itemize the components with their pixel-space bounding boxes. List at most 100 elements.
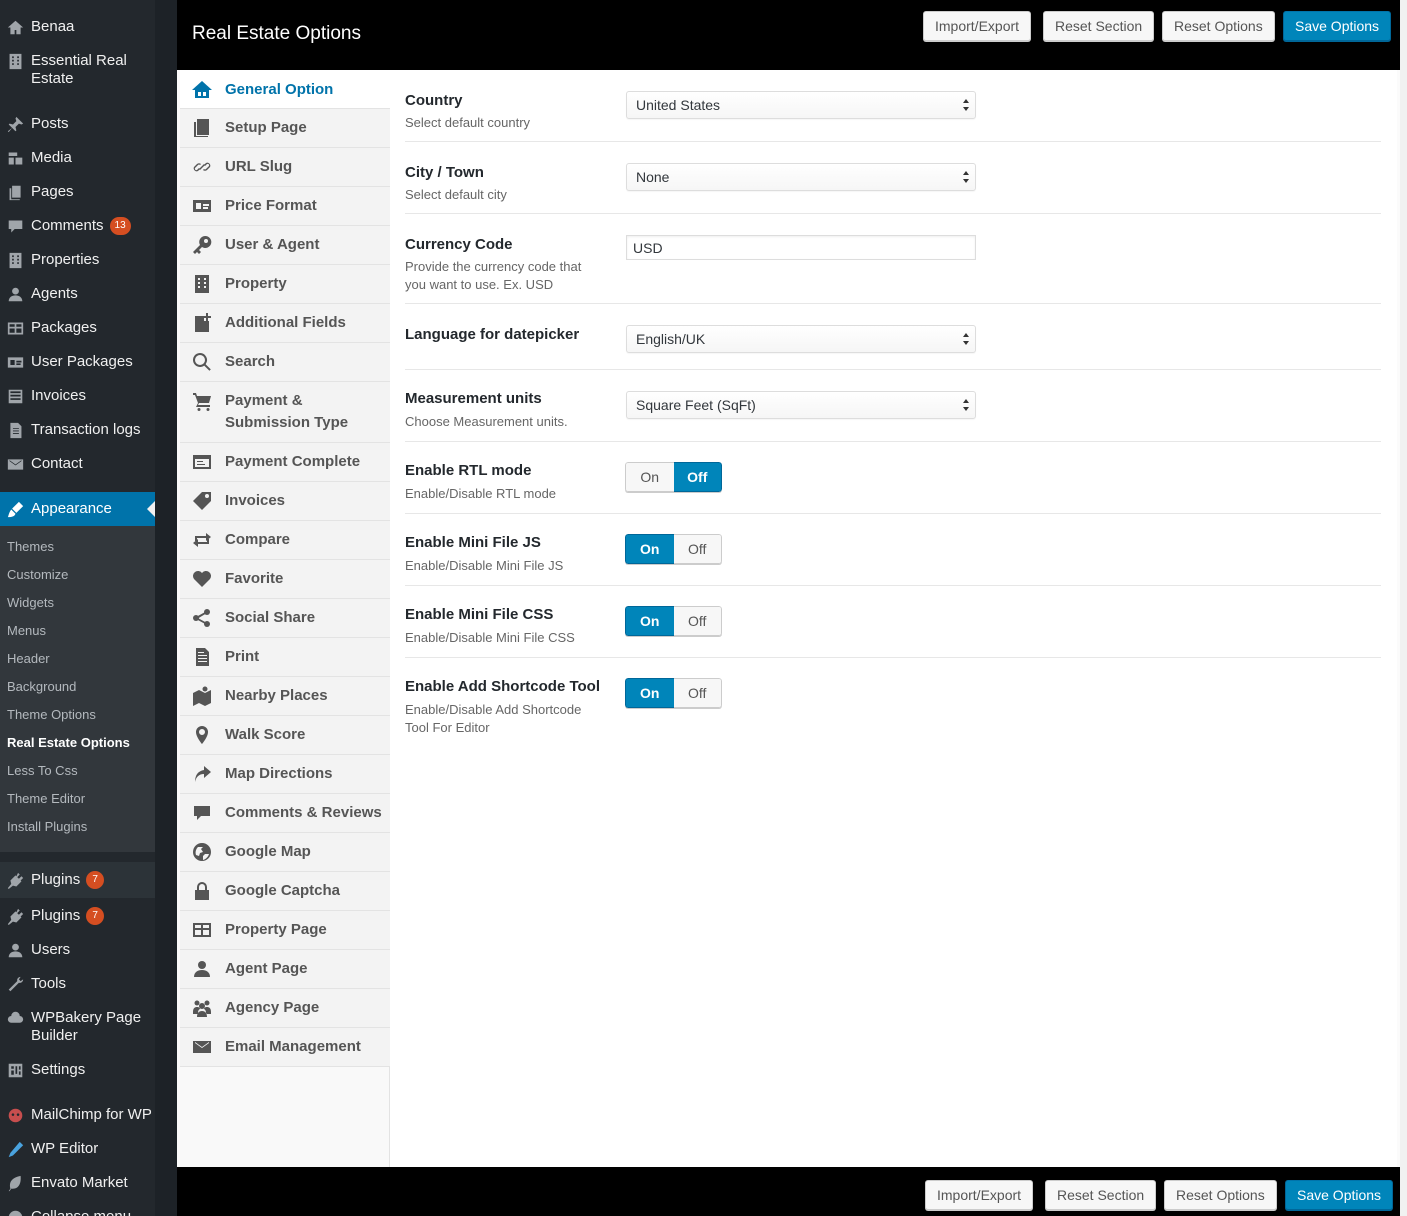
reset-section-button[interactable]: Reset Section	[1043, 11, 1155, 41]
sidebar-item-envato-market[interactable]: Envato Market	[0, 1174, 155, 1192]
measurement-select[interactable]: Square Feet (SqFt)	[626, 391, 976, 419]
field-mini-file-js: Enable Mini File JS Enable/Disable Mini …	[405, 514, 1381, 586]
sidebar-item-agents[interactable]: Agents	[0, 285, 155, 303]
footer-reset-section-button[interactable]: Reset Section	[1045, 1180, 1157, 1210]
user-icon	[180, 958, 224, 980]
sidebar-item-plugins-2[interactable]: Plugins 7	[0, 907, 155, 925]
field-title: Measurement units	[405, 390, 542, 407]
select-arrows-icon	[963, 99, 969, 111]
sidebar-item-wp-editor[interactable]: WP Editor	[0, 1140, 155, 1158]
currency-code-input[interactable]	[626, 235, 976, 260]
tab-general-option[interactable]: General Option	[180, 70, 390, 109]
sidebar-item-label: Essential Real Estate	[31, 52, 127, 87]
tab-payment-complete[interactable]: Payment Complete	[180, 443, 390, 482]
switch-on[interactable]: On	[625, 606, 674, 636]
submenu-menus[interactable]: Menus	[7, 623, 46, 639]
language-select[interactable]: English/UK	[626, 325, 976, 353]
tab-compare[interactable]: Compare	[180, 521, 390, 560]
tab-payment-submission-type[interactable]: Payment & Submission Type	[180, 382, 390, 443]
tab-invoices[interactable]: Invoices	[180, 482, 390, 521]
tab-additional-fields[interactable]: Additional Fields	[180, 304, 390, 343]
sidebar-item-tools[interactable]: Tools	[0, 975, 155, 993]
sidebar-item-media[interactable]: Media	[0, 149, 155, 167]
tab-agency-page[interactable]: Agency Page	[180, 989, 390, 1028]
submenu-widgets[interactable]: Widgets	[7, 595, 54, 611]
submenu-customize[interactable]: Customize	[7, 567, 68, 583]
tab-property-page[interactable]: Property Page	[180, 911, 390, 950]
import-export-button[interactable]: Import/Export	[923, 11, 1032, 41]
field-rtl-mode: Enable RTL mode Enable/Disable RTL mode …	[405, 442, 1381, 514]
footer-import-export-button[interactable]: Import/Export	[925, 1180, 1034, 1210]
submenu-theme-options[interactable]: Theme Options	[7, 707, 96, 723]
tab-favorite[interactable]: Favorite	[180, 560, 390, 599]
field-description: Enable/Disable Add Shortcode Tool For Ed…	[405, 702, 582, 735]
switch-off[interactable]: Off	[673, 462, 722, 492]
submenu-theme-editor[interactable]: Theme Editor	[7, 791, 85, 807]
field-description: Choose Measurement units.	[405, 414, 568, 429]
sidebar-item-users[interactable]: Users	[0, 941, 155, 959]
redo-arrow-icon	[180, 763, 224, 785]
globe-icon	[180, 841, 224, 863]
sidebar-item-plugins[interactable]: Plugins 7	[0, 871, 155, 889]
switch-off[interactable]: Off	[673, 678, 722, 708]
sidebar-item-properties[interactable]: Properties	[0, 251, 155, 269]
tab-user-agent[interactable]: User & Agent	[180, 226, 390, 265]
tab-property[interactable]: Property	[180, 265, 390, 304]
submenu-background[interactable]: Background	[7, 679, 76, 695]
sidebar-item-site[interactable]: Benaa	[0, 18, 155, 36]
sidebar-item-appearance[interactable]: Appearance	[0, 492, 155, 526]
tab-google-map[interactable]: Google Map	[180, 833, 390, 872]
switch-off[interactable]: Off	[673, 534, 722, 564]
sidebar-item-wpbakery[interactable]: WPBakery Page Builder	[0, 1009, 155, 1045]
book-icon	[180, 117, 224, 139]
submenu-themes[interactable]: Themes	[7, 539, 54, 555]
sidebar-item-contact[interactable]: Contact	[0, 455, 155, 473]
sidebar-item-pages[interactable]: Pages	[0, 183, 155, 201]
switch-on[interactable]: On	[625, 534, 674, 564]
tab-map-directions[interactable]: Map Directions	[180, 755, 390, 794]
tab-comments-reviews[interactable]: Comments & Reviews	[180, 794, 390, 833]
city-select-value: None	[636, 169, 670, 185]
sidebar-item-invoices[interactable]: Invoices	[0, 387, 155, 405]
tab-email-management[interactable]: Email Management	[180, 1028, 390, 1067]
footer-reset-options-button[interactable]: Reset Options	[1164, 1180, 1277, 1210]
tab-setup-page[interactable]: Setup Page	[180, 109, 390, 148]
rtl-mode-switch[interactable]: On Off	[625, 462, 722, 492]
sidebar-item-posts[interactable]: Posts	[0, 115, 155, 133]
tab-search[interactable]: Search	[180, 343, 390, 382]
tab-price-format[interactable]: Price Format	[180, 187, 390, 226]
switch-on[interactable]: On	[625, 678, 674, 708]
page-scrollbar[interactable]	[1400, 0, 1407, 1216]
switch-on[interactable]: On	[625, 462, 674, 492]
reset-options-button[interactable]: Reset Options	[1162, 11, 1275, 41]
footer-save-options-button[interactable]: Save Options	[1285, 1180, 1394, 1210]
sidebar-item-packages[interactable]: Packages	[0, 319, 155, 337]
mini-js-switch[interactable]: On Off	[625, 534, 722, 564]
sidebar-item-comments[interactable]: Comments 13	[0, 217, 155, 235]
submenu-real-estate-options[interactable]: Real Estate Options	[7, 735, 130, 751]
admin-sidebar: Benaa Essential Real Estate Posts Media …	[0, 0, 155, 1216]
switch-off[interactable]: Off	[673, 606, 722, 636]
tab-url-slug[interactable]: URL Slug	[180, 148, 390, 187]
tab-google-captcha[interactable]: Google Captcha	[180, 872, 390, 911]
tab-print[interactable]: Print	[180, 638, 390, 677]
sidebar-item-user-packages[interactable]: User Packages	[0, 353, 155, 371]
tab-agent-page[interactable]: Agent Page	[180, 950, 390, 989]
save-options-button[interactable]: Save Options	[1283, 11, 1392, 41]
sidebar-item-settings[interactable]: Settings	[0, 1061, 155, 1079]
sidebar-collapse-menu[interactable]: Collapse menu	[0, 1208, 155, 1216]
shortcode-tool-switch[interactable]: On Off	[625, 678, 722, 708]
sidebar-item-mailchimp[interactable]: MailChimp for WP	[0, 1106, 155, 1124]
sidebar-item-transaction-logs[interactable]: Transaction logs	[0, 421, 155, 439]
country-select[interactable]: United States	[626, 91, 976, 119]
submenu-install-plugins[interactable]: Install Plugins	[7, 819, 87, 835]
tab-social-share[interactable]: Social Share	[180, 599, 390, 638]
sidebar-item-label: WP Editor	[31, 1140, 99, 1157]
submenu-header[interactable]: Header	[7, 651, 50, 667]
city-select[interactable]: None	[626, 163, 976, 191]
tab-nearby-places[interactable]: Nearby Places	[180, 677, 390, 716]
tab-walk-score[interactable]: Walk Score	[180, 716, 390, 755]
submenu-less-to-css[interactable]: Less To Css	[7, 763, 78, 779]
mini-css-switch[interactable]: On Off	[625, 606, 722, 636]
sidebar-item-essential-real-estate[interactable]: Essential Real Estate	[0, 52, 155, 88]
